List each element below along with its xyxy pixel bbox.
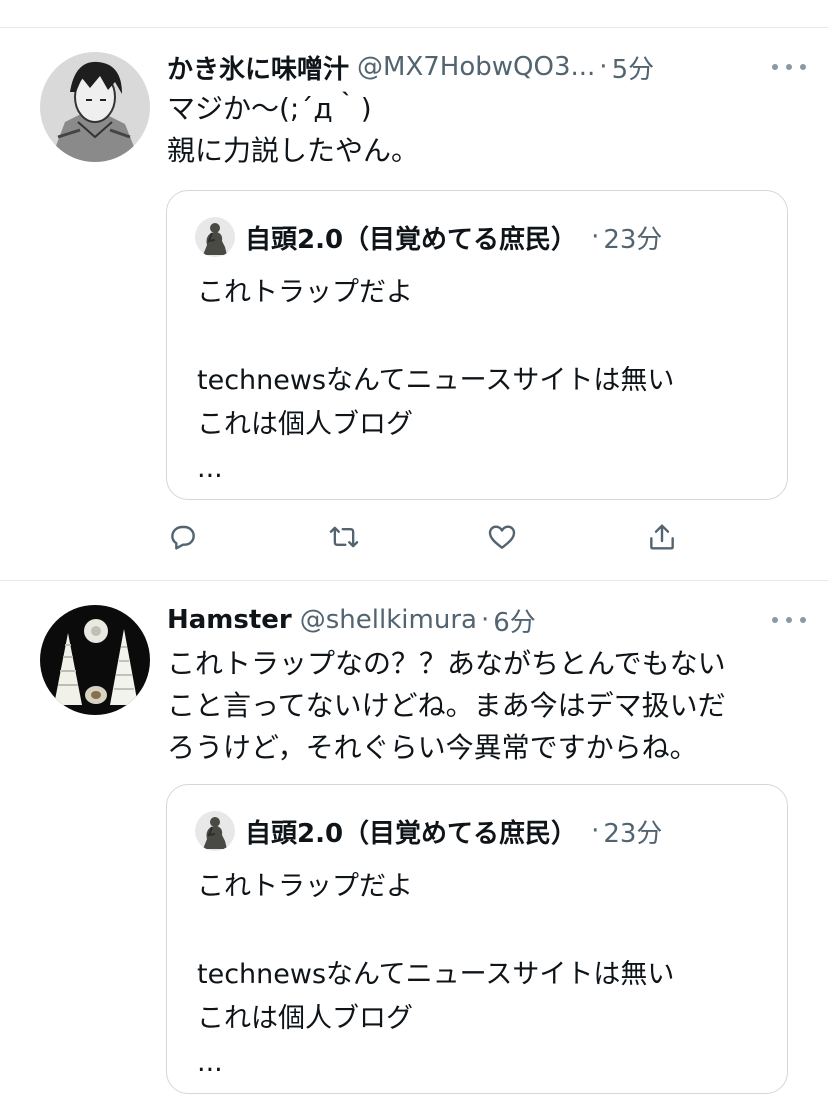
timestamp[interactable]: 6分 [493, 602, 536, 639]
quote-header: 自頭2.0（目覚めてる庶民） · 23分 [195, 217, 662, 257]
separator-dot: · [480, 605, 490, 635]
action-bar [0, 515, 828, 559]
tweet-text-line: ろうけど，それぐらい今異常ですからね。 [167, 731, 698, 764]
quote-display-name: 自頭2.0（目覚めてる庶民） [245, 818, 578, 849]
avatar[interactable] [40, 605, 150, 715]
quote-line: これトラップだよ [197, 871, 413, 902]
tweet[interactable]: Hamster @shellkimura · 6分 これトラップなの？？あながち… [0, 581, 828, 1113]
tweet-text: これトラップなの？？あながちとんでもない こと言ってないけどね。まあ今はデマ扱い… [167, 643, 798, 769]
quote-tweet[interactable]: 自頭2.0（目覚めてる庶民） · 23分 これトラップだよ technewsなん… [166, 784, 788, 1094]
quote-body: これトラップだよ technewsなんてニュースサイトは無い これは個人ブログ … [197, 271, 674, 491]
separator-dot: · [599, 52, 608, 82]
quote-body: これトラップだよ technewsなんてニュースサイトは無い これは個人ブログ … [197, 865, 674, 1085]
like-icon[interactable] [482, 515, 522, 559]
quote-line: これは個人ブログ [197, 1003, 413, 1034]
separator-dot: · [591, 222, 600, 252]
tweet-text-line: 親に力説したやん。 [167, 134, 420, 167]
quote-line [197, 909, 674, 953]
display-name[interactable]: かき氷に味噌汁 [167, 49, 349, 86]
quote-line: これは個人ブログ [197, 409, 413, 440]
avatar[interactable] [40, 52, 150, 162]
reply-icon[interactable] [163, 515, 203, 559]
tweet-text-line: こと言ってないけどね。まあ今はデマ扱いだ [167, 689, 726, 722]
quote-line: technewsなんてニュースサイトは無い [197, 365, 675, 396]
tweet-text: マジか〜(;´д｀) 親に力説したやん。 [167, 88, 798, 172]
separator-dot: · [591, 816, 600, 846]
tweet-header: Hamster @shellkimura · 6分 [167, 600, 806, 640]
quote-line [197, 315, 674, 359]
quote-header: 自頭2.0（目覚めてる庶民） · 23分 [195, 811, 662, 851]
more-options-icon[interactable] [772, 47, 806, 87]
more-options-icon[interactable] [772, 600, 806, 640]
retweet-icon[interactable] [324, 515, 364, 559]
quote-timestamp: 23分 [603, 818, 663, 849]
user-handle[interactable]: @shellkimura [300, 605, 477, 635]
quote-display-name: 自頭2.0（目覚めてる庶民） [245, 224, 578, 255]
tweet-text-line: これトラップなの？？あながちとんでもない [167, 647, 726, 680]
quote-line: これトラップだよ [197, 277, 413, 308]
tweet-header: かき氷に味噌汁 @MX7HobwQO3... · 5分 [167, 47, 806, 87]
quote-tweet[interactable]: 自頭2.0（目覚めてる庶民） · 23分 これトラップだよ technewsなん… [166, 190, 788, 500]
quote-line: ... [197, 453, 223, 484]
anime-portrait-avatar-icon [40, 52, 150, 162]
thinker-statue-avatar-icon [195, 217, 235, 257]
quote-timestamp: 23分 [603, 224, 663, 255]
quote-line: ... [197, 1047, 223, 1078]
quote-line: technewsなんてニュースサイトは無い [197, 959, 675, 990]
tweet[interactable]: かき氷に味噌汁 @MX7HobwQO3... · 5分 マジか〜(;´д｀) 親… [0, 0, 828, 580]
tweet-text-line: マジか〜(;´д｀) [167, 92, 372, 125]
display-name[interactable]: Hamster [167, 605, 292, 635]
thinker-statue-avatar-icon [195, 811, 235, 851]
share-icon[interactable] [642, 515, 682, 559]
timestamp[interactable]: 5分 [612, 49, 655, 86]
user-handle[interactable]: @MX7HobwQO3... [357, 52, 595, 82]
seashells-avatar-icon [40, 605, 150, 715]
